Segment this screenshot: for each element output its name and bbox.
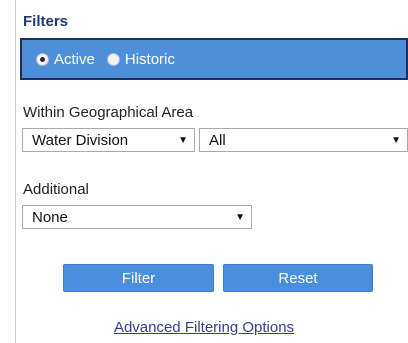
radio-historic-label: Historic (124, 50, 175, 68)
radio-active-label: Active (54, 50, 95, 68)
radio-historic[interactable]: Historic (106, 50, 175, 68)
chevron-down-icon: ▼ (391, 134, 401, 146)
area-type-select[interactable]: Water Division ▼ (22, 128, 195, 152)
geographical-area-label: Within Geographical Area (23, 104, 194, 121)
radio-historic-icon[interactable] (106, 52, 120, 66)
additional-value: None (32, 208, 68, 226)
radio-active[interactable]: Active (36, 51, 95, 68)
additional-select[interactable]: None ▼ (22, 205, 252, 229)
area-type-value: Water Division (32, 131, 129, 149)
status-radio-bar: Active Historic (20, 38, 408, 80)
filter-button[interactable]: Filter (63, 264, 214, 292)
area-value-value: All (209, 131, 226, 149)
radio-active-icon[interactable] (36, 52, 49, 66)
area-value-select[interactable]: All ▼ (199, 128, 408, 152)
chevron-down-icon: ▼ (178, 134, 188, 146)
advanced-filtering-link[interactable]: Advanced Filtering Options (0, 319, 408, 336)
reset-button[interactable]: Reset (223, 264, 373, 292)
filters-title: Filters (23, 13, 69, 30)
additional-label: Additional (23, 181, 89, 198)
chevron-down-icon: ▼ (235, 211, 245, 223)
